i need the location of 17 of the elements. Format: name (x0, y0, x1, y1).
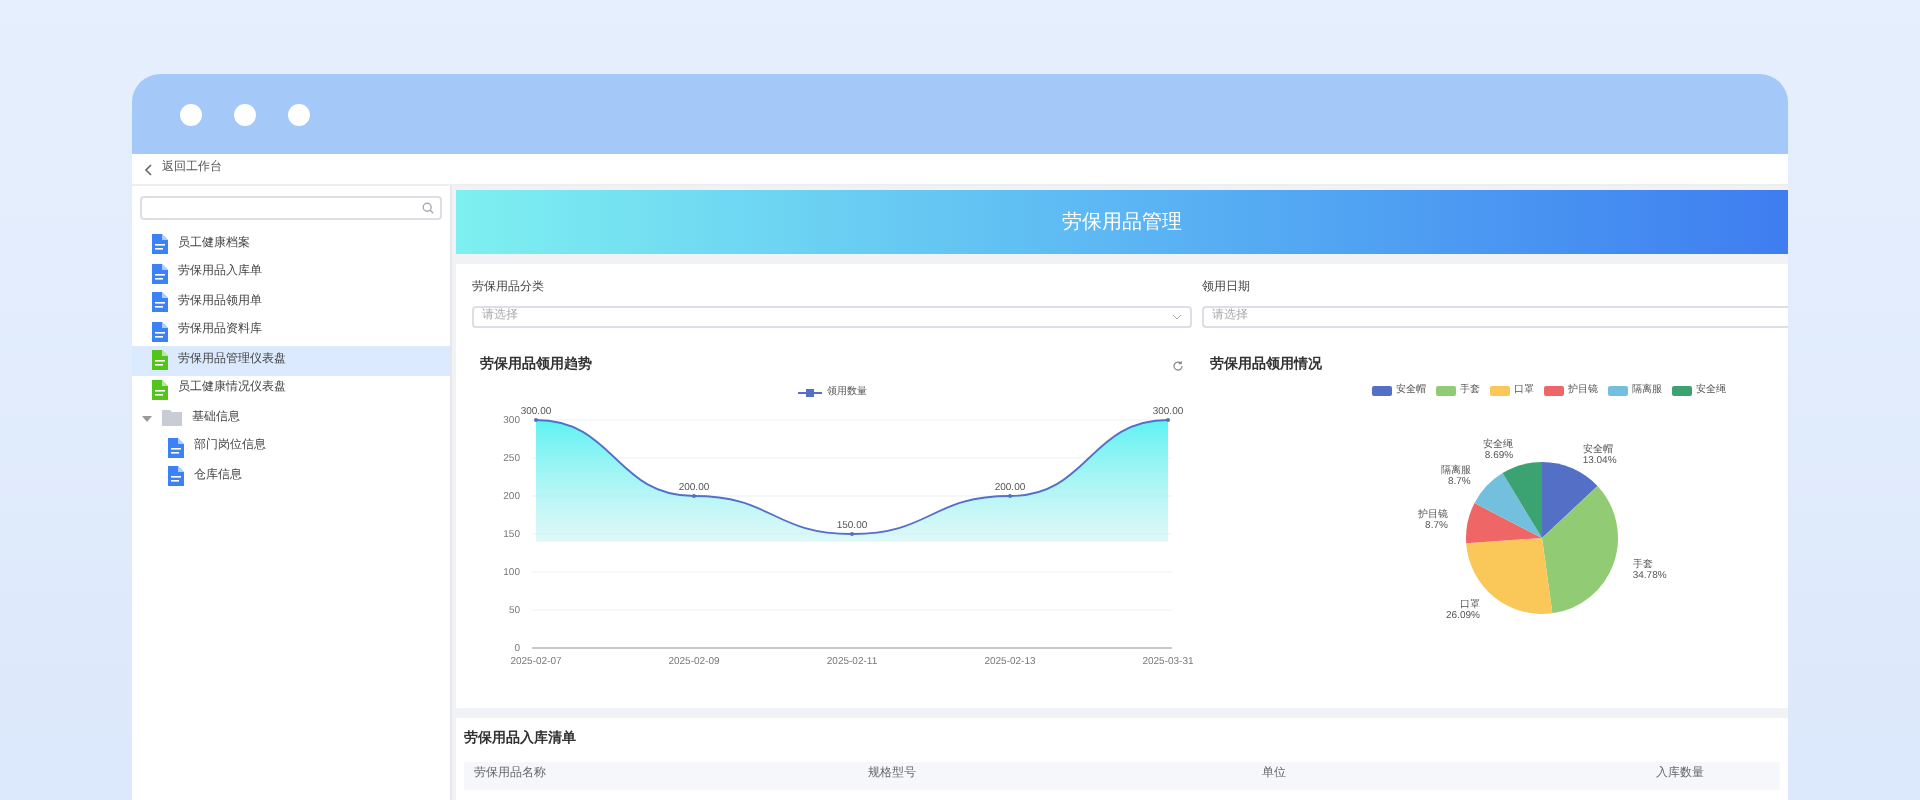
document-icon (152, 292, 168, 313)
document-icon (152, 350, 168, 371)
caret-icon[interactable] (142, 413, 152, 424)
document-icon (152, 321, 168, 342)
legend-line-icon (797, 387, 821, 398)
document-icon (152, 234, 168, 255)
document-icon (168, 437, 184, 458)
back-chevron-icon[interactable] (144, 163, 152, 175)
search-field[interactable] (140, 196, 442, 220)
page-title: 劳保用品管理 (1062, 209, 1182, 237)
document-icon (168, 466, 184, 487)
chevron-down-icon[interactable] (1172, 314, 1182, 320)
folder-icon (162, 410, 182, 427)
refresh-icon[interactable] (1172, 360, 1184, 373)
document-icon (152, 379, 168, 400)
document-icon (152, 263, 168, 284)
search-icon[interactable] (422, 202, 434, 214)
